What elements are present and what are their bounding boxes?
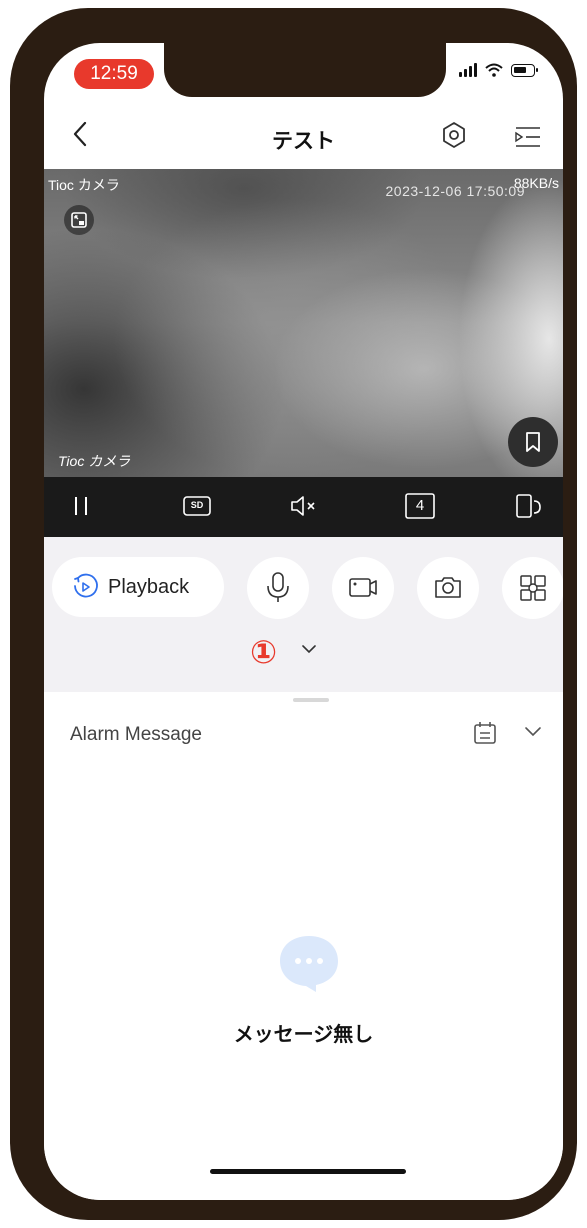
hexagon-settings-icon[interactable] (440, 121, 468, 149)
phone-screen: 12:59 テスト Tioc カメラ 88KB/s 2023-12-06 17:… (44, 43, 563, 1200)
menu-list-icon[interactable] (512, 125, 544, 149)
video-control-bar: SD 4 (44, 477, 563, 537)
nav-bar: テスト (44, 103, 563, 171)
speaker-muted-icon[interactable] (288, 491, 320, 521)
pip-button[interactable] (64, 205, 94, 235)
live-video[interactable]: Tioc カメラ 88KB/s 2023-12-06 17:50:09 Tioc… (44, 169, 563, 477)
split-screen-button[interactable]: 4 (404, 491, 436, 521)
empty-state-text: メッセージ無し (233, 1024, 374, 1046)
status-icons (459, 63, 538, 77)
camera-name-top: Tioc カメラ (48, 177, 120, 193)
rotate-screen-icon[interactable] (514, 491, 544, 521)
quality-button[interactable]: SD (182, 491, 212, 521)
alarm-panel: Alarm Message メッセージ無し (44, 692, 563, 1200)
multi-view-button[interactable] (502, 557, 563, 619)
chevron-down-icon[interactable] (302, 644, 316, 654)
battery-icon (511, 63, 538, 77)
playback-button[interactable]: Playback (52, 557, 224, 617)
multi-view-icon (520, 575, 546, 601)
camera-name-watermark: Tioc カメラ (58, 453, 131, 469)
playback-label: Playback (108, 575, 190, 598)
talk-button[interactable] (247, 557, 309, 619)
quality-label: SD (190, 500, 204, 510)
split-label: 4 (415, 497, 425, 514)
drag-handle[interactable] (293, 698, 329, 702)
wifi-icon (485, 63, 503, 77)
camera-icon (435, 577, 461, 598)
picture-in-picture-icon (71, 212, 87, 228)
annotation-marker: ① (250, 633, 278, 671)
pause-icon[interactable] (68, 491, 94, 521)
phone-frame: 12:59 テスト Tioc カメラ 88KB/s 2023-12-06 17:… (10, 8, 577, 1220)
calendar-icon[interactable] (472, 720, 498, 746)
bookmark-icon (526, 432, 540, 452)
chevron-down-icon[interactable] (524, 726, 542, 738)
record-button[interactable] (332, 557, 394, 619)
alarm-title: Alarm Message (70, 724, 202, 745)
status-time: 12:59 (74, 59, 154, 89)
notch (164, 43, 446, 97)
home-indicator[interactable] (210, 1169, 406, 1174)
action-area: Playback ① (44, 537, 563, 692)
empty-message-icon (280, 936, 338, 992)
signal-icon (459, 63, 477, 77)
video-timestamp: 2023-12-06 17:50:09 (385, 183, 525, 199)
snapshot-button[interactable] (417, 557, 479, 619)
microphone-icon (267, 572, 289, 602)
bookmark-button[interactable] (508, 417, 558, 467)
playback-icon (74, 573, 98, 598)
video-record-icon (349, 578, 377, 597)
page-title: テスト (272, 130, 335, 153)
